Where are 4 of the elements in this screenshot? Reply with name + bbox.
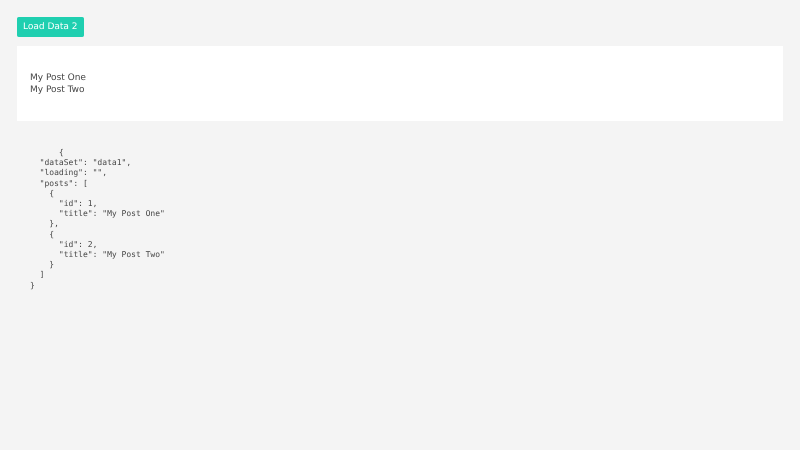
post-title: My Post Two: [30, 84, 86, 96]
load-data-button[interactable]: Load Data 2: [17, 17, 84, 37]
json-code-text: { "dataSet": "data1", "loading": "", "posts": [ { "id": 1, "title": "My Post One" }, { "id": 2, "title": "My Post Two" } ] }: [30, 148, 165, 291]
post-title: My Post One: [30, 72, 87, 84]
